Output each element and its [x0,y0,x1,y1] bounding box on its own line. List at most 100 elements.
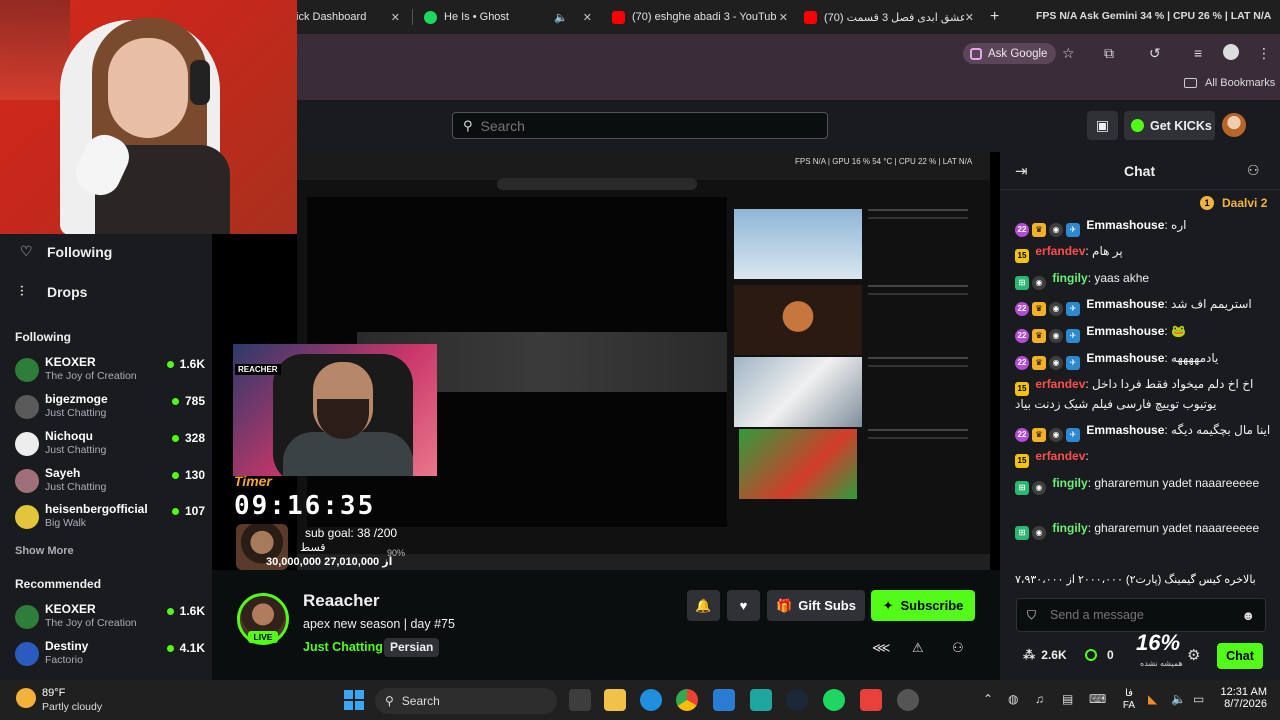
sidebar-channel-sayeh[interactable]: Sayeh Just Chatting 130 [15,465,205,501]
file-explorer-icon[interactable] [604,689,626,711]
weather-widget[interactable]: 89°F Partly cloudy [16,686,136,716]
input-language[interactable]: فا FA [1122,688,1136,712]
tab-spotify[interactable]: He Is • Ghost 🔈 ✕ [416,4,598,30]
task-view-icon[interactable] [569,689,591,711]
app-icon[interactable] [750,689,772,711]
chat-message[interactable]: 15 erfandev: اخ اخ دلم میخواد فقط فردا د… [1015,376,1273,413]
chat-message[interactable]: 15 erfandev: [1015,448,1273,468]
tray-app-icon[interactable]: ◍ [1008,692,1018,706]
close-tab-icon[interactable]: ✕ [583,11,592,24]
chat-message[interactable]: ⊞ ◉ fingily: ghararemun yadet naaareeeee [1015,475,1273,495]
edge-icon[interactable] [640,689,662,711]
spotify-icon[interactable] [823,689,845,711]
channel-name[interactable]: Reaacher [303,591,380,611]
chat-message[interactable]: 22 ♛ ◉ ✈ Emmashouse: یادمههههه [1015,350,1273,370]
chat-message[interactable]: 22 ♛ ◉ ✈ Emmashouse: 🐸 [1015,323,1273,343]
sub-goal: sub goal: 38 /200 [305,526,398,540]
stream-category-link[interactable]: Just Chatting [303,640,383,654]
chat-message[interactable]: 22 ♛ ◉ ✈ Emmashouse: اینا مال بچگیمه دیگه [1015,422,1273,442]
tab-youtube-2[interactable]: عشق ابدی فصل 3 قسمت (70) ✕ [796,4,980,30]
user-add-icon[interactable]: ⚇ [952,640,964,656]
all-bookmarks[interactable]: All Bookmarks [1184,77,1275,89]
tray-network-icon[interactable]: ▤ [1062,692,1073,706]
kicks-count[interactable]: ⁂ 2.6K [1023,648,1067,662]
follow-heart-button[interactable]: ♥ [727,590,760,621]
emoji-icon[interactable]: ☻ [1241,608,1255,623]
history-icon[interactable]: ↺ [1149,45,1161,62]
search-box[interactable]: ⚲ [452,112,828,139]
channel-avatar [15,642,39,666]
media-control-icon[interactable]: ≡ [1194,45,1202,61]
speaker-icon[interactable]: 🔈 [554,11,568,24]
sidebar-nav-drops[interactable]: ⫶ Drops [20,283,87,300]
battery-icon[interactable]: ▭ [1193,692,1204,706]
tray-app2-icon[interactable]: ◣ [1148,692,1157,706]
new-tab-icon[interactable]: + [990,8,999,26]
chat-users-icon[interactable]: ⚇ [1247,162,1260,179]
sidebar-channel-keoxer[interactable]: KEOXER The Joy of Creation 1.6K [15,354,205,390]
viewer-count: 785 [171,394,205,408]
gift-subs-button[interactable]: 🎁 Gift Subs [767,590,865,621]
menu-kebab-icon[interactable]: ⋮ [1257,45,1271,62]
sidebar-channel-heisenbergofficial[interactable]: heisenbergofficial Big Walk 107 [15,501,205,537]
live-dot-icon [171,434,179,442]
system-clock[interactable]: 12:31 AM 8/7/2026 [1215,686,1267,710]
chrome-icon[interactable] [676,689,698,711]
notification-bell-button[interactable]: 🔔 [687,590,720,621]
channel-points[interactable]: 0 [1085,648,1114,662]
chat-message[interactable]: 22 ♛ ◉ ✈ Emmashouse: اره [1015,217,1273,237]
get-kicks-button[interactable]: Get KICKs [1124,111,1215,140]
stream-player[interactable]: FPS N/A | GPU 16 % 54 °C | CPU 22 % | LA… [212,152,1000,570]
chat-settings-icon[interactable]: ⚙ [1187,646,1200,664]
app-red-icon[interactable] [860,689,882,711]
taskbar-search[interactable]: ⚲ Search [375,688,557,714]
store-button[interactable]: ▣ [1087,111,1118,140]
share-icon[interactable]: ⋘ [872,640,891,656]
kicks-icon: ⁂ [1023,648,1036,662]
tab-youtube-1[interactable]: (70) eshghe abadi 3 - YouTube ✕ [604,4,794,30]
subscribe-button[interactable]: ✦ Subscribe [871,590,975,621]
sidebar-channel-bigezmoge[interactable]: bigezmoge Just Chatting 785 [15,391,205,427]
sidebar-recommended-keoxer[interactable]: KEOXER The Joy of Creation 1.6K [15,601,205,637]
search-input[interactable] [480,117,801,134]
streamer-webcam: REACHER [233,344,437,476]
microphone-icon[interactable]: ♫ [1035,692,1044,706]
tray-chevron-icon[interactable]: ⌃ [983,692,993,706]
crown-badge-icon: ♛ [1032,329,1046,343]
store-icon[interactable] [713,689,735,711]
ask-google-button[interactable]: Ask Google [963,43,1057,64]
mod-badge-icon: ◉ [1049,302,1063,316]
bookmark-star-icon[interactable]: ☆ [1062,45,1075,62]
related-text-lines [868,357,968,397]
tab-kick-dashboard[interactable]: ick Dashboard ✕ [288,4,406,30]
app-gray-icon[interactable] [897,689,919,711]
keyboard-icon[interactable]: ⌨ [1089,692,1106,706]
report-icon[interactable]: ⚠ [912,640,924,656]
chat-input[interactable] [1050,608,1221,622]
sidebar-channel-nichoqu[interactable]: Nichoqu Just Chatting 328 [15,428,205,464]
chat-message[interactable]: ⊞ ◉ fingily: yaas akhe [1015,270,1273,290]
steam-icon[interactable] [786,689,808,711]
user-avatar[interactable] [1222,113,1246,137]
chat-send-button[interactable]: Chat [1217,643,1263,669]
pinned-gifter[interactable]: 1 Daalvi 2 [1200,196,1267,210]
windows-start-icon[interactable] [344,690,364,710]
extensions-icon[interactable]: ⧉ [1104,45,1114,62]
sidebar-nav-following[interactable]: ♡ Following [20,243,112,260]
chat-message[interactable]: ⊞ ◉ fingily: ghararemun yadet naaareeeee [1015,520,1273,540]
partly-cloudy-icon [16,688,36,708]
sidebar-recommended-destiny[interactable]: Destiny Factorio 4.1K [15,638,205,674]
stream-tag[interactable]: Persian [384,638,440,657]
close-tab-icon[interactable]: ✕ [965,11,974,24]
lens-icon [970,47,982,60]
viewer-count: 1.6K [166,357,205,371]
collapse-chat-icon[interactable]: ⇥ [1015,162,1028,180]
volume-icon[interactable]: 🔈 [1171,692,1186,706]
show-more-link[interactable]: Show More [15,545,74,557]
close-tab-icon[interactable]: ✕ [391,11,400,24]
chat-message[interactable]: 15 erfandev: پر هام [1015,243,1273,263]
chat-input-box[interactable]: ⛉ ☻ [1016,598,1266,632]
chat-message[interactable]: 22 ♛ ◉ ✈ Emmashouse: استریمم اف شد [1015,296,1273,316]
close-tab-icon[interactable]: ✕ [779,11,788,24]
profile-avatar-icon[interactable] [1223,44,1239,60]
